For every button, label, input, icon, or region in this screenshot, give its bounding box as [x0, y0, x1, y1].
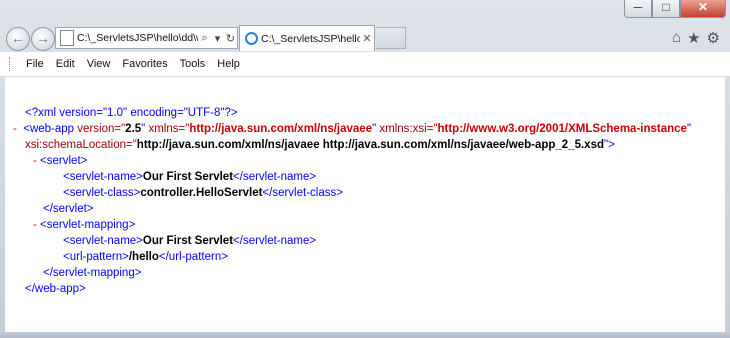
refresh-icon[interactable]: ↻ [224, 32, 237, 45]
quote: " [141, 123, 146, 135]
xml-line-servlet-class: <servlet-class>controller.HelloServlet</… [63, 187, 730, 203]
menu-bar: File Edit View Favorites Tools Help [0, 52, 730, 77]
forward-button[interactable]: → [31, 27, 55, 51]
tag-servlet-name-close: </servlet-name> [233, 171, 317, 183]
xml-line-mapping-close: </servlet-mapping> [43, 267, 730, 283]
attr-version-value: 2.5 [125, 123, 142, 135]
quote: " [686, 123, 692, 135]
tag-servlet: <servlet> [40, 155, 88, 167]
xml-viewer: <?xml version="1.0" encoding="UTF-8"?> -… [5, 77, 725, 332]
xml-line-servlet-name: <servlet-name>Our First Servlet</servlet… [63, 171, 730, 187]
close-window-button[interactable]: ✕ [680, 0, 726, 18]
page-icon [60, 30, 74, 46]
servlet-name-value: Our First Servlet [142, 171, 234, 183]
collapse-toggle[interactable]: - [13, 123, 17, 135]
attr-xmlns: xmlns=" [148, 123, 190, 135]
attr-xsi-value: http://www.w3.org/2001/XMLSchema-instanc… [437, 123, 687, 135]
tab-close-icon[interactable]: ✕ [360, 32, 374, 45]
tag-servlet-name-close: </servlet-name> [233, 235, 317, 247]
xml-line-url-pattern: <url-pattern>/hello</url-pattern> [63, 251, 730, 267]
tag-end: "> [604, 139, 615, 151]
collapse-toggle[interactable]: - [33, 219, 37, 231]
browser-tab[interactable]: C:\_ServletsJSP\hello\dd\w... ✕ [239, 25, 375, 51]
menu-help[interactable]: Help [211, 58, 246, 70]
attr-xsi: xmlns:xsi=" [379, 123, 438, 135]
attr-schema: xsi:schemaLocation=" [25, 139, 137, 151]
minimize-button[interactable]: ─ [624, 0, 652, 18]
tag-webapp-close: </web-app> [25, 283, 86, 295]
collapse-toggle[interactable]: - [33, 155, 37, 167]
dropdown-icon[interactable]: ▾ [211, 32, 224, 45]
tag-servlet-class-close: </servlet-class> [262, 187, 343, 199]
xml-line-webapp: - <web-app version="2.5" xmlns="http://j… [13, 123, 730, 139]
favorites-icon[interactable]: ★ [687, 29, 700, 47]
address-input[interactable]: C:\_ServletsJSP\hello\dd\web.xml [77, 32, 198, 44]
xml-decl-text: <?xml version="1.0" encoding="UTF-8"?> [25, 107, 238, 119]
tag-url-pattern-close: </url-pattern> [158, 251, 228, 263]
address-bar[interactable]: C:\_ServletsJSP\hello\dd\web.xml ⌕ ▾ ↻ [55, 27, 238, 49]
xml-declaration: <?xml version="1.0" encoding="UTF-8"?> [25, 107, 730, 123]
ie-logo-icon [245, 32, 258, 45]
menu-favorites[interactable]: Favorites [116, 58, 173, 70]
tag-servlet-mapping-close: </servlet-mapping> [43, 267, 142, 279]
new-tab-button[interactable] [376, 27, 406, 49]
tag-webapp: <web-app [23, 123, 75, 135]
menu-view[interactable]: View [81, 58, 117, 70]
mapping-name-value: Our First Servlet [142, 235, 234, 247]
tag-url-pattern: <url-pattern> [63, 251, 129, 263]
tag-servlet-class: <servlet-class> [63, 187, 141, 199]
xml-line-servlet-close: </servlet> [43, 203, 730, 219]
menu-edit[interactable]: Edit [50, 58, 81, 70]
xml-line-mapping-open: - <servlet-mapping> [33, 219, 730, 235]
menu-tools[interactable]: Tools [174, 58, 212, 70]
tag-servlet-mapping: <servlet-mapping> [40, 219, 136, 231]
maximize-button[interactable]: □ [652, 0, 680, 18]
servlet-class-value: controller.HelloServlet [140, 187, 263, 199]
tag-servlet-name: <servlet-name> [63, 235, 143, 247]
xml-line-mapping-name: <servlet-name>Our First Servlet</servlet… [63, 235, 730, 251]
menu-grip [9, 57, 12, 71]
attr-schema-value: http://java.sun.com/xml/ns/javaee http:/… [136, 139, 604, 151]
tag-servlet-name: <servlet-name> [63, 171, 143, 183]
quote: " [372, 123, 377, 135]
window-bottom-border [0, 332, 730, 338]
url-pattern-value: /hello [128, 251, 159, 263]
window-controls: ─ □ ✕ [624, 0, 726, 18]
browser-window: ─ □ ✕ ← → C:\_ServletsJSP\hello\dd\web.x… [0, 0, 730, 338]
back-button[interactable]: ← [6, 27, 30, 51]
tools-icon[interactable]: ⚙ [707, 29, 720, 47]
menu-file[interactable]: File [20, 58, 50, 70]
toolbar-icons: ⌂ ★ ⚙ [672, 29, 720, 47]
home-icon[interactable]: ⌂ [672, 29, 681, 47]
tag-servlet-close: </servlet> [43, 203, 94, 215]
tab-title: C:\_ServletsJSP\hello\dd\w... [261, 32, 360, 45]
search-icon[interactable]: ⌕ [198, 32, 211, 45]
attr-version: version=" [77, 123, 126, 135]
attr-xmlns-value: http://java.sun.com/xml/ns/javaee [189, 123, 373, 135]
xml-line-webapp-close: </web-app> [25, 283, 730, 299]
xml-line-schema: xsi:schemaLocation="http://java.sun.com/… [25, 139, 730, 155]
xml-line-servlet-open: - <servlet> [33, 155, 730, 171]
